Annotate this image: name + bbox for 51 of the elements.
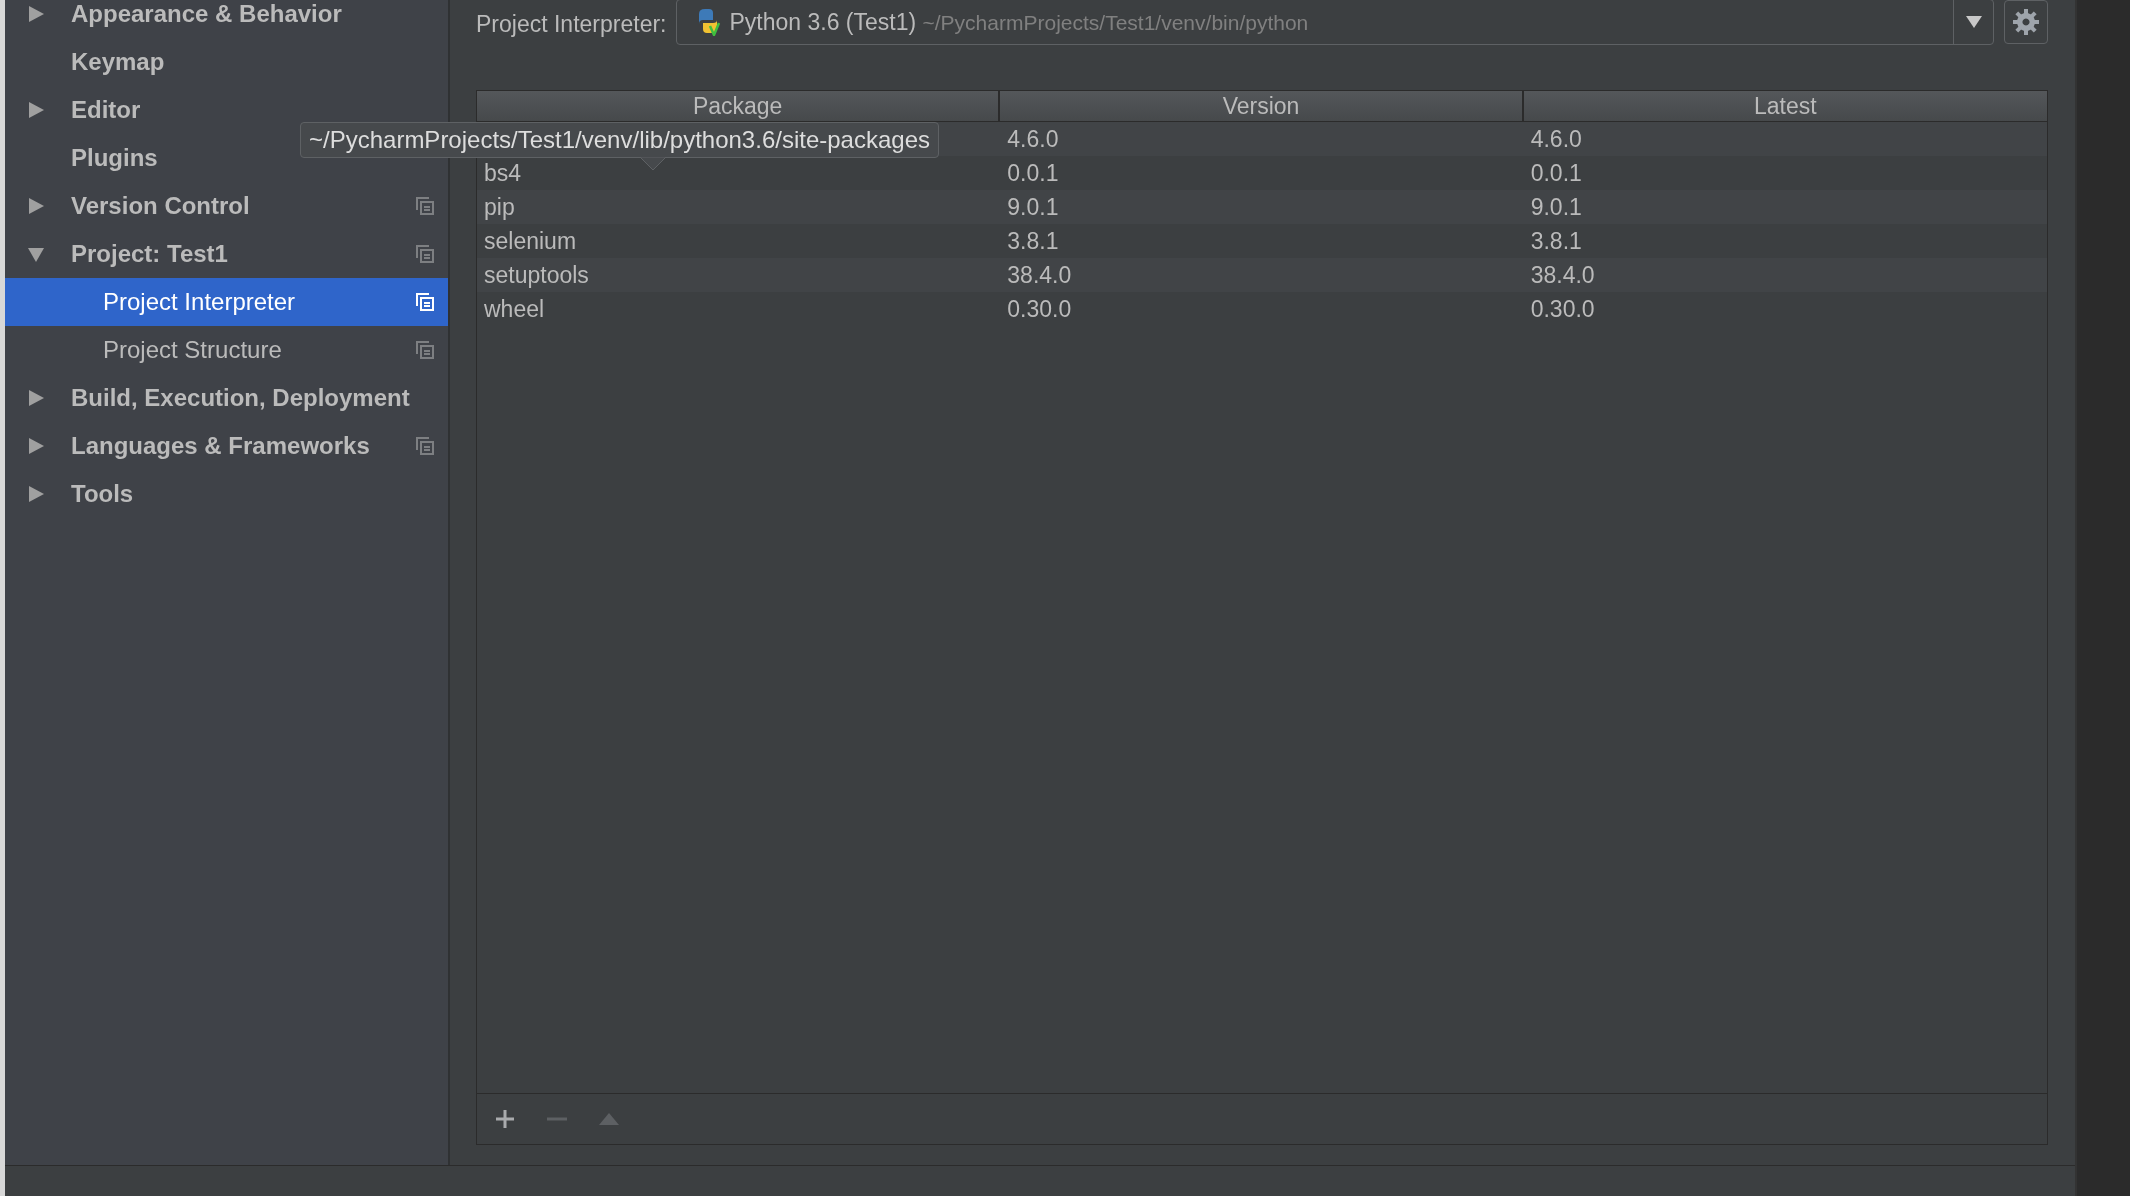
tree-item[interactable]: Appearance & Behavior — [5, 0, 448, 38]
collapsed-arrow-icon[interactable] — [27, 389, 45, 407]
add-icon — [495, 1109, 515, 1129]
table-cell-text: 3.8.1 — [1529, 227, 1582, 255]
table-cell-text: selenium — [483, 227, 577, 255]
table-cell-text: 38.4.0 — [1006, 261, 1072, 289]
interpreter-value: Python 3.6 (Test1) ~/PycharmProjects/Test1/venv/bin/python — [729, 8, 1310, 36]
table-cell-text: pip — [483, 193, 515, 221]
collapsed-arrow-icon[interactable] — [27, 197, 45, 215]
collapsed-arrow-icon[interactable] — [27, 437, 45, 455]
table-cell-text: 9.0.1 — [1529, 193, 1582, 221]
tree-item[interactable]: Project: Test1 — [5, 230, 448, 278]
table-cell-text: 0.0.1 — [1006, 159, 1059, 187]
table-cell-text: 9.0.1 — [1006, 193, 1059, 221]
table-cell-text: bs4 — [483, 159, 522, 187]
table-cell-text: 0.0.1 — [1529, 159, 1582, 187]
stacked-pages-icon — [416, 197, 434, 215]
tree-item[interactable]: Project Structure — [5, 326, 448, 374]
collapsed-arrow-icon[interactable] — [27, 5, 45, 23]
tree-item[interactable]: Languages & Frameworks — [5, 422, 448, 470]
stacked-pages-icon — [416, 341, 434, 359]
table-cell-text: 0.30.0 — [1529, 295, 1595, 323]
package-row[interactable]: pip 9.0.1 9.0.1 — [477, 190, 2047, 224]
table-cell-text: 3.8.1 — [1006, 227, 1059, 255]
column-header[interactable]: Latest — [1523, 91, 2047, 121]
interpreter-dropdown[interactable]: Python 3.6 (Test1) ~/PycharmProjects/Test1/venv/bin/python — [676, 0, 1994, 45]
tree-item[interactable]: Build, Execution, Deployment — [5, 374, 448, 422]
table-cell-text: 4.6.0 — [1529, 125, 1582, 153]
collapsed-arrow-icon[interactable] — [27, 101, 45, 119]
table-cell-text: 4.6.0 — [1006, 125, 1059, 153]
collapsed-arrow-icon[interactable] — [27, 485, 45, 503]
tree-item[interactable]: Version Control — [5, 182, 448, 230]
stacked-pages-icon — [416, 293, 434, 311]
table-cell-text: 0.30.0 — [1006, 295, 1072, 323]
tree-item[interactable]: Project Interpreter — [5, 278, 448, 326]
settings-button[interactable] — [2004, 0, 2048, 44]
up-arrow-icon — [599, 1113, 619, 1125]
settings-icon — [2013, 9, 2039, 35]
tree-item[interactable]: Tools — [5, 470, 448, 518]
tooltip-pointer-icon — [640, 157, 666, 171]
package-row[interactable]: setuptools 38.4.0 38.4.0 — [477, 258, 2047, 292]
expanded-arrow-icon[interactable] — [27, 245, 45, 263]
table-cell-text: wheel — [483, 295, 545, 323]
dropdown-arrow-icon — [1965, 16, 1982, 28]
interpreter-label: Project Interpreter: — [476, 10, 667, 38]
stacked-pages-icon — [416, 437, 434, 455]
tree-item[interactable]: Keymap — [5, 38, 448, 86]
remove-icon — [547, 1117, 567, 1121]
table-cell-text: 38.4.0 — [1529, 261, 1595, 289]
table-cell-text: setuptools — [483, 261, 589, 289]
stacked-pages-icon — [416, 245, 434, 263]
